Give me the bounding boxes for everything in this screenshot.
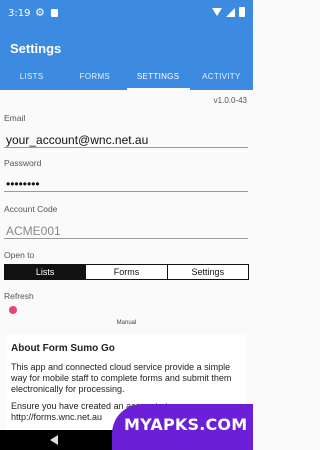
page-title: Settings xyxy=(10,41,62,56)
app-bar: Settings LISTS FORMS SETTINGS ACTIVITY xyxy=(0,28,253,90)
open-to-label: Open to xyxy=(4,250,35,260)
open-to-selector: Lists Forms Settings xyxy=(4,264,249,280)
sim-card-icon xyxy=(51,9,58,17)
back-icon[interactable] xyxy=(50,435,58,445)
signal-icon xyxy=(226,7,235,17)
refresh-label: Refresh xyxy=(4,291,34,301)
tab-lists[interactable]: LISTS xyxy=(0,66,63,90)
refresh-toggle[interactable] xyxy=(9,306,17,314)
battery-icon xyxy=(239,7,245,17)
password-field[interactable] xyxy=(4,176,248,192)
tab-forms[interactable]: FORMS xyxy=(63,66,126,90)
gear-icon: ⚙ xyxy=(35,7,45,19)
account-code-field[interactable] xyxy=(4,223,248,239)
open-to-lists-button[interactable]: Lists xyxy=(5,265,87,279)
email-label: Email xyxy=(4,113,26,123)
status-bar: 3:19 ⚙ xyxy=(0,0,253,28)
version-label: v1.0.0-43 xyxy=(213,96,247,105)
wifi-icon xyxy=(212,8,222,16)
open-to-settings-button[interactable]: Settings xyxy=(167,265,248,279)
tab-settings[interactable]: SETTINGS xyxy=(126,66,191,90)
open-to-forms-button[interactable]: Forms xyxy=(86,265,168,279)
about-paragraph: This app and connected cloud service pro… xyxy=(11,362,232,394)
watermark-badge: MYAPKS.COM xyxy=(112,404,253,450)
password-label: Password xyxy=(4,158,42,168)
tab-bar: LISTS FORMS SETTINGS ACTIVITY xyxy=(0,66,253,90)
tab-activity[interactable]: ACTIVITY xyxy=(190,66,253,90)
about-title: About Form Sumo Go xyxy=(11,343,115,354)
status-time: 3:19 xyxy=(8,8,31,19)
manual-label: Manual xyxy=(116,320,137,326)
email-field[interactable] xyxy=(4,132,248,148)
account-code-label: Account Code xyxy=(4,204,58,214)
